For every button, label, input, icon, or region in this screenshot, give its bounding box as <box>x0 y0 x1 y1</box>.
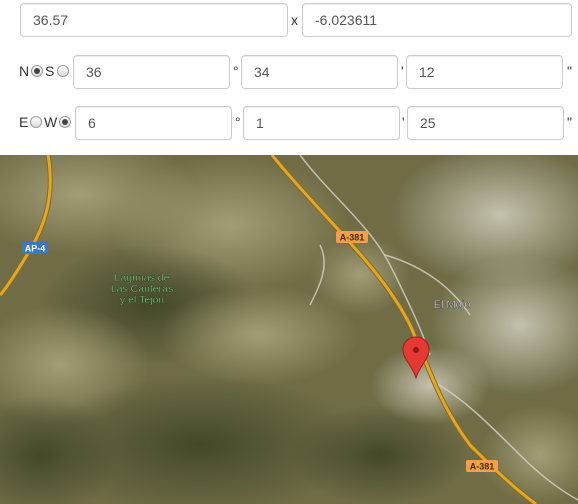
road-shield-a381-bottom: A-381 <box>466 460 498 472</box>
latitude-second-symbol: " <box>567 63 572 79</box>
longitude-degree-symbol: ° <box>235 114 241 130</box>
east-label: E <box>19 114 29 130</box>
road-label-a381-bottom: A-381 <box>470 462 495 472</box>
coordinate-separator: x <box>291 12 298 28</box>
north-radio[interactable] <box>31 65 43 77</box>
north-label: N <box>19 63 30 79</box>
place-label-line3: y el Tejón <box>120 294 164 306</box>
latitude-degrees-input[interactable] <box>73 55 230 89</box>
latitude-degree-symbol: ° <box>233 63 239 79</box>
latitude-minutes-input[interactable] <box>241 55 398 89</box>
road-shield-ap4: AP-4 <box>22 242 48 254</box>
latitude-seconds-input[interactable] <box>406 55 563 89</box>
longitude-decimal-input[interactable] <box>302 3 572 37</box>
longitude-minute-symbol: ' <box>402 114 405 130</box>
satellite-map[interactable]: AP-4 A-381 A-381 Lagunas de Las Canteras… <box>0 155 578 504</box>
longitude-minutes-input[interactable] <box>243 106 400 140</box>
west-radio[interactable] <box>59 116 71 128</box>
west-label: W <box>44 114 58 130</box>
latitude-minute-symbol: ' <box>401 63 404 79</box>
latitude-decimal-input[interactable] <box>20 3 288 37</box>
longitude-seconds-input[interactable] <box>407 106 564 140</box>
road-shield-a381-top: A-381 <box>336 231 368 243</box>
place-label-lagunas: Lagunas de Las Canteras y el Tejón <box>111 272 174 306</box>
longitude-degrees-input[interactable] <box>75 106 232 140</box>
road-label-a381-top: A-381 <box>340 233 365 243</box>
east-radio[interactable] <box>30 116 42 128</box>
town-label-el-mojo: El Mojo <box>434 299 471 311</box>
longitude-second-symbol: " <box>567 114 572 130</box>
south-radio[interactable] <box>57 65 69 77</box>
road-label-ap4: AP-4 <box>25 244 46 254</box>
terrain-texture <box>0 155 578 504</box>
south-label: S <box>45 63 55 79</box>
